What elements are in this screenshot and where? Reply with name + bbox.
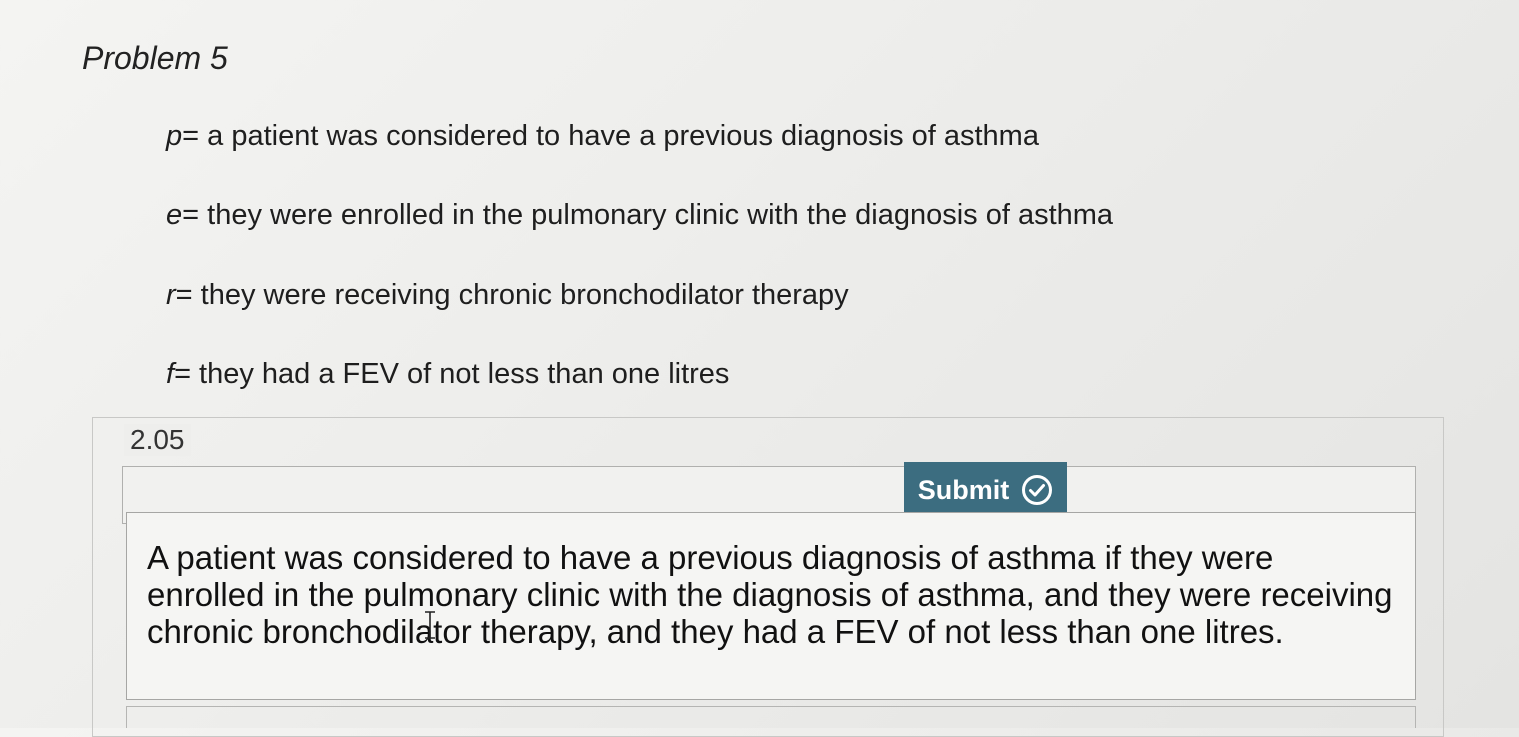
definition-p: p= a patient was considered to have a pr… xyxy=(166,120,1039,153)
answer-textarea[interactable]: A patient was considered to have a previ… xyxy=(126,512,1416,700)
next-field-edge xyxy=(126,706,1416,728)
text-cursor-icon xyxy=(421,610,439,640)
definition-var: r xyxy=(166,279,176,311)
definition-f: f= they had a FEV of not less than one l… xyxy=(166,358,729,391)
definition-var: p xyxy=(166,120,183,152)
question-number: 2.05 xyxy=(124,424,191,456)
check-circle-icon xyxy=(1021,474,1053,506)
definition-var: f xyxy=(166,358,175,390)
submit-button[interactable]: Submit xyxy=(904,462,1067,518)
definition-text: = a patient was considered to have a pre… xyxy=(182,120,1039,152)
definition-text: = they were receiving chronic bronchodil… xyxy=(175,279,849,311)
definition-text: = they were enrolled in the pulmonary cl… xyxy=(182,199,1114,231)
definition-e: e= they were enrolled in the pulmonary c… xyxy=(166,199,1113,232)
definition-var: e xyxy=(166,199,183,231)
submit-label: Submit xyxy=(917,474,1010,505)
definition-text: = they had a FEV of not less than one li… xyxy=(174,358,730,390)
problem-title: Problem 5 xyxy=(82,40,228,76)
definition-r: r= they were receiving chronic bronchodi… xyxy=(166,279,849,312)
